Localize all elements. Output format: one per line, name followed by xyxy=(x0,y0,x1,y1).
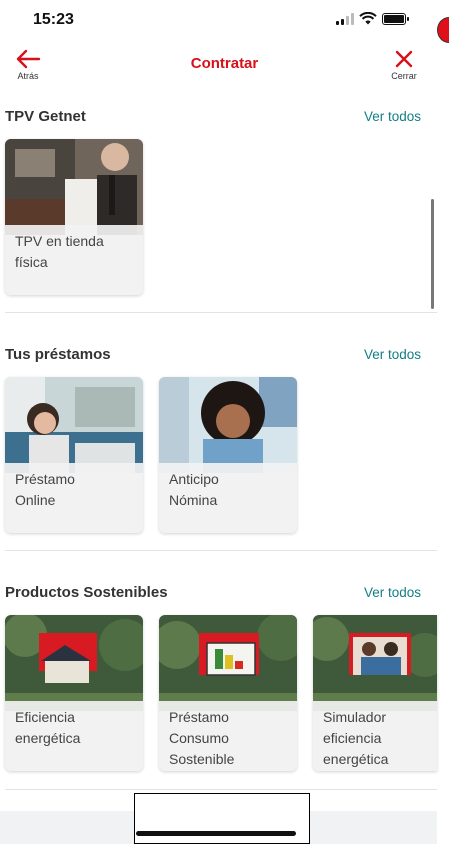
card-label-line: Sostenible xyxy=(169,751,235,767)
card-label-line: física xyxy=(15,254,48,270)
section-title-tpv: TPV Getnet xyxy=(5,108,86,125)
card-image-tablet-energy xyxy=(159,615,297,711)
see-all-sustainable-link[interactable]: Ver todos xyxy=(364,585,421,600)
home-indicator[interactable] xyxy=(136,831,296,836)
close-label: Cerrar xyxy=(391,71,417,81)
card-label-line: Eficiencia xyxy=(15,709,75,725)
card-label-line: Préstamo xyxy=(169,709,229,725)
cellular-signal-icon xyxy=(336,12,354,25)
see-all-loans-link[interactable]: Ver todos xyxy=(364,347,421,362)
card-image-woman-phone xyxy=(159,377,297,473)
card-anticipo-nomina[interactable]: Anticipo Nómina xyxy=(159,377,297,533)
card-image-woman-laptop xyxy=(5,377,143,473)
card-tpv-tienda[interactable]: TPV en tienda física xyxy=(5,139,143,295)
section-title-sustainable: Productos Sostenibles xyxy=(5,584,168,601)
card-image-couple-laptop xyxy=(313,615,437,711)
notification-dot xyxy=(437,17,449,43)
card-label: Préstamo Consumo Sostenible xyxy=(159,701,297,771)
card-label: Simulador eficiencia energética xyxy=(313,701,437,771)
wifi-icon xyxy=(359,12,377,25)
scrollbar[interactable] xyxy=(431,199,434,309)
card-label-line: Online xyxy=(15,492,56,508)
card-label-line: Simulador xyxy=(323,709,387,725)
status-icons xyxy=(336,12,409,25)
card-label-line: Nómina xyxy=(169,492,218,508)
card-label: Eficiencia energética xyxy=(5,701,143,771)
status-time: 15:23 xyxy=(33,11,74,28)
status-bar: 15:23 xyxy=(0,0,449,44)
card-label-line: eficiencia xyxy=(323,730,382,746)
nav-header: Atrás Contratar Cerrar xyxy=(0,44,449,88)
card-eficiencia-energetica[interactable]: Eficiencia energética xyxy=(5,615,143,771)
battery-icon xyxy=(382,12,409,25)
close-icon xyxy=(395,50,413,68)
see-all-tpv-link[interactable]: Ver todos xyxy=(364,109,421,124)
card-label-line: Consumo xyxy=(169,730,229,746)
card-label: Préstamo Online xyxy=(5,463,143,533)
home-indicator-frame xyxy=(134,793,310,844)
page-title: Contratar xyxy=(190,55,259,72)
card-image-shopkeeper xyxy=(5,139,143,235)
section-divider xyxy=(5,789,437,790)
card-simulador-eficiencia[interactable]: Simulador eficiencia energética xyxy=(313,615,437,771)
back-label: Atrás xyxy=(17,71,39,81)
card-label-line: energética xyxy=(15,730,81,746)
section-title-loans: Tus préstamos xyxy=(5,346,111,363)
section-divider xyxy=(5,550,437,551)
card-label-line: TPV en tienda xyxy=(15,233,104,249)
section-divider xyxy=(5,312,437,313)
card-label-line: energética xyxy=(323,751,389,767)
card-label: TPV en tienda física xyxy=(5,225,143,295)
card-label-line: Préstamo xyxy=(15,471,75,487)
close-button[interactable]: Cerrar xyxy=(386,48,422,81)
card-prestamo-consumo-sostenible[interactable]: Préstamo Consumo Sostenible xyxy=(159,615,297,771)
card-label-line: Anticipo xyxy=(169,471,219,487)
card-image-house-solar xyxy=(5,615,143,711)
card-prestamo-online[interactable]: Préstamo Online xyxy=(5,377,143,533)
card-label: Anticipo Nómina xyxy=(159,463,297,533)
